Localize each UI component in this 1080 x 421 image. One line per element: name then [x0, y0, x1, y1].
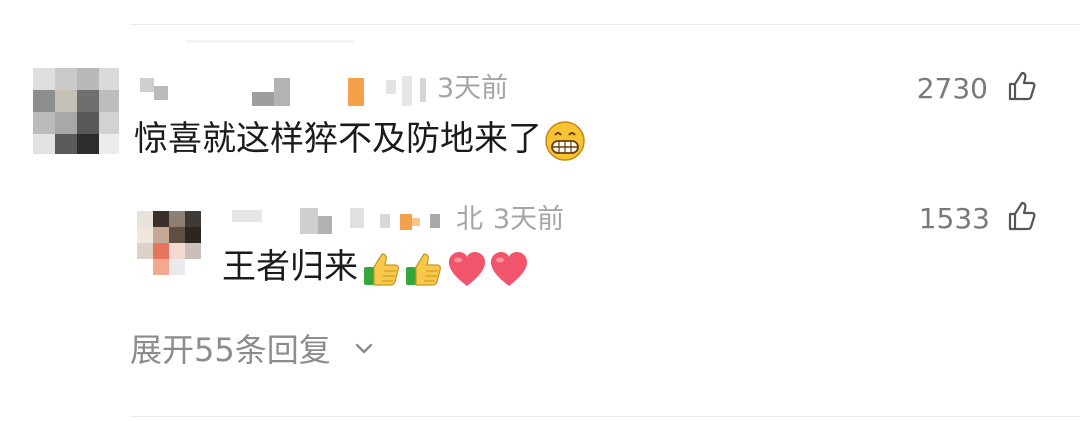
like-count: 2730: [916, 72, 988, 105]
reply-like-count: 1533: [918, 202, 990, 235]
divider: [130, 416, 1080, 417]
expand-replies-label: 展开55条回复: [130, 331, 331, 369]
comment-text-content: 惊喜就这样猝不及防地来了: [134, 119, 542, 159]
divider: [185, 40, 355, 43]
heart-emoji: [491, 251, 527, 286]
thumbs-up-emoji: [364, 252, 399, 286]
grinning-face-emoji: [545, 120, 585, 161]
comment-text: 惊喜就这样猝不及防地来了: [134, 119, 586, 162]
reply-time: 3天前: [493, 204, 565, 235]
reply-username[interactable]: [232, 204, 452, 238]
expand-replies-button[interactable]: 展开55条回复: [130, 328, 375, 369]
username[interactable]: [140, 72, 430, 108]
reply-location: 北: [456, 204, 483, 235]
like-thumb-icon[interactable]: [1006, 200, 1038, 232]
avatar[interactable]: [33, 68, 119, 154]
chevron-down-icon: [355, 343, 372, 354]
reply-avatar[interactable]: [137, 211, 201, 275]
comment-time: 3天前: [437, 73, 509, 104]
reply-text: 王者归来: [222, 247, 530, 289]
like-thumb-icon[interactable]: [1006, 70, 1038, 102]
divider: [130, 24, 1080, 25]
thumbs-up-emoji: [406, 252, 441, 286]
heart-emoji: [449, 251, 485, 286]
reply-text-content: 王者归来: [222, 247, 358, 287]
